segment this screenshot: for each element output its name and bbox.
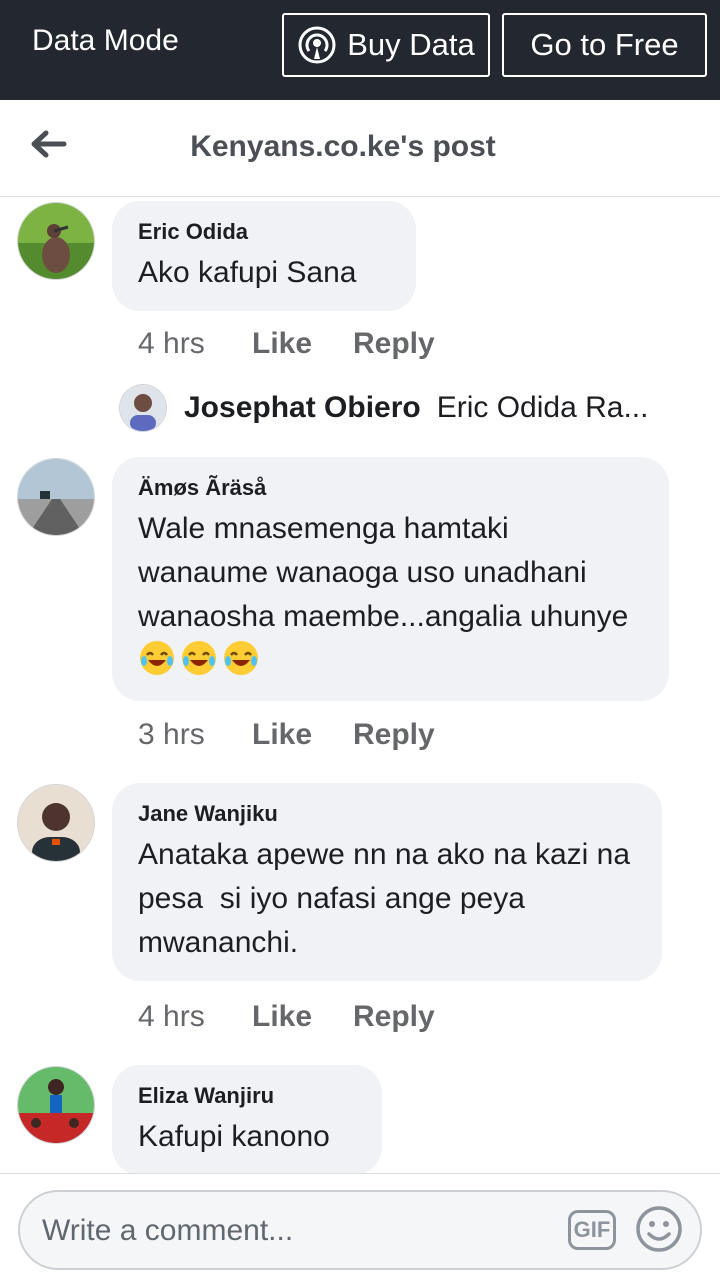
smiley-icon[interactable] [634,1204,684,1254]
reply-avatar [120,385,166,431]
avatar[interactable] [18,785,94,861]
comment-time: 3 hrs [138,718,205,751]
reply-preview[interactable]: Josephat Obiero Eric Odida Ra... [120,383,700,433]
laughing-crying-emoji [182,641,216,675]
reply-button[interactable]: Reply [353,718,435,752]
go-to-free-label: Go to Free [530,27,679,62]
comment-bubble[interactable]: Jane Wanjiku Anataka apewe nn na ako na … [112,783,662,981]
like-button[interactable]: Like [252,327,353,361]
go-to-free-button[interactable]: Go to Free [502,13,707,77]
person-avatar-icon [120,385,166,431]
comment-bubble[interactable]: Eric Odida Ako kafupi Sana [112,201,416,311]
reply-text: Eric Odida Ra... [436,391,649,424]
comment-bubble[interactable]: Ämøs Ãräså Wale mnasemenga hamtaki wanau… [112,457,669,701]
comment-time: 4 hrs [138,1000,205,1033]
comment-text: Wale mnasemenga hamtaki wanaume wanaoga … [138,507,643,684]
comment-input[interactable]: Write a comment... GIF [18,1190,702,1270]
comment-time: 4 hrs [138,327,205,360]
duck-avatar-icon [18,203,94,279]
comment-text: Anataka apewe nn na ako na kazi na pesa … [138,838,639,959]
avatar[interactable] [18,1067,94,1143]
comment-placeholder: Write a comment... [42,1214,294,1247]
comment-author[interactable]: Eliza Wanjiru [138,1083,356,1109]
comment-text-body: Wale mnasemenga hamtaki wanaume wanaoga … [138,512,629,633]
reply-button[interactable]: Reply [353,1000,435,1034]
post-header: Kenyans.co.ke's post [0,100,720,197]
person-avatar-icon [18,785,94,861]
comment-actions: 4 hrs Like Reply [138,1000,435,1034]
comment-author[interactable]: Jane Wanjiku [138,801,636,827]
data-mode-bar: Data Mode Buy Data Go to Free [0,0,720,100]
comment-actions: 3 hrs Like Reply [138,718,435,752]
road-avatar-icon [18,459,94,535]
comments-feed[interactable]: Eric Odida Ako kafupi Sana 4 hrs Like Re… [0,197,720,1173]
broadcast-icon [298,26,336,64]
laughing-crying-emoji [140,641,174,675]
like-button[interactable]: Like [252,1000,353,1034]
reply-author[interactable]: Josephat Obiero [184,391,421,425]
comment-author[interactable]: Ämøs Ãräså [138,475,643,501]
avatar[interactable] [18,203,94,279]
comment-actions: 4 hrs Like Reply [138,327,435,361]
laughing-crying-emoji [224,641,258,675]
group-avatar-icon [18,1067,94,1143]
buy-data-button[interactable]: Buy Data [282,13,490,77]
like-button[interactable]: Like [252,718,353,752]
comment-bubble[interactable]: Eliza Wanjiru Kafupi kanono [112,1065,382,1173]
gif-button[interactable]: GIF [568,1210,616,1250]
buy-data-label: Buy Data [347,27,475,62]
reply-button[interactable]: Reply [353,327,435,361]
avatar[interactable] [18,459,94,535]
comment-author[interactable]: Eric Odida [138,219,390,245]
data-mode-label: Data Mode [32,24,179,57]
comment-composer: Write a comment... GIF [0,1173,720,1278]
comment-text: Kafupi kanono [138,1120,330,1153]
comment-text: Ako kafupi Sana [138,256,357,289]
page-title: Kenyans.co.ke's post [190,130,496,163]
